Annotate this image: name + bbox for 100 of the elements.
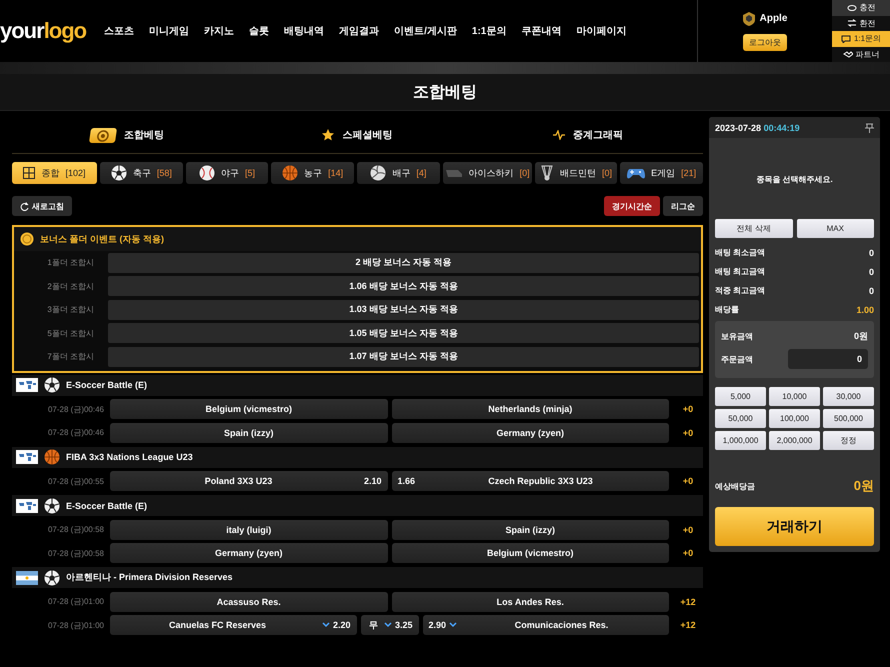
- logo[interactable]: yourlogo: [0, 0, 86, 62]
- empty-slip-message: 종목을 선택해주세요.: [755, 174, 834, 186]
- logout-button[interactable]: 로그아웃: [743, 34, 787, 50]
- bonus-title: 보너스 폴더 이벤트 (자동 적용): [40, 232, 164, 246]
- side-link[interactable]: 1:1문의: [832, 31, 890, 46]
- league-name: FIBA 3x3 Nations League U23: [66, 452, 193, 462]
- amount-button[interactable]: 30,000: [823, 387, 874, 406]
- match-time: 07-28 (금)00:58: [46, 548, 105, 559]
- away-team-odds-button[interactable]: 1.66 Czech Republic 3X3 U23: [392, 471, 669, 492]
- bonus-condition: 1폴더 조합시: [46, 257, 95, 268]
- home-team-odds-button[interactable]: Belgium (vicmestro): [110, 399, 388, 420]
- soccer-ball-icon: [110, 165, 127, 181]
- match-time: 07-28 (금)00:46: [46, 427, 105, 438]
- match-time: 07-28 (금)00:46: [46, 404, 105, 415]
- gamepad-icon: [627, 167, 646, 179]
- league-name: E-Soccer Battle (E): [66, 500, 148, 510]
- away-team-odds-button[interactable]: Spain (izzy): [392, 520, 669, 540]
- side-link[interactable]: 충전: [832, 0, 890, 16]
- away-team-odds-button[interactable]: Los Andes Res.: [392, 592, 669, 612]
- grid-icon: [23, 167, 36, 179]
- nav-link[interactable]: 슬롯: [249, 24, 270, 38]
- away-team-odds-button[interactable]: Belgium (vicmestro): [392, 543, 669, 564]
- balance-label: 보유금액: [721, 331, 753, 342]
- more-markets-link[interactable]: +0: [673, 428, 703, 438]
- nav-link[interactable]: 이벤트/게시판: [394, 24, 457, 38]
- shuttlecock-icon: [540, 165, 554, 181]
- nav-link[interactable]: 미니게임: [149, 24, 190, 38]
- mode-tab[interactable]: 중계그래픽: [472, 127, 703, 143]
- soccer-ball-icon: [44, 570, 60, 586]
- more-markets-link[interactable]: +0: [673, 524, 703, 535]
- stat-label: 배당률: [715, 304, 739, 315]
- amount-button[interactable]: 50,000: [715, 409, 766, 428]
- more-markets-link[interactable]: +0: [673, 404, 703, 414]
- world-map-flag-icon: [16, 498, 38, 512]
- sport-tab[interactable]: E게임 [21]: [620, 162, 703, 184]
- slip-action-button[interactable]: 전체 삭제: [715, 219, 792, 238]
- nav-link[interactable]: 스포츠: [104, 24, 134, 38]
- nav-link[interactable]: 카지노: [204, 24, 234, 38]
- down-chevron-icon: [384, 622, 392, 628]
- mode-tab[interactable]: 조합베팅: [12, 126, 242, 144]
- side-link[interactable]: 환전: [832, 16, 890, 31]
- slip-action-button[interactable]: MAX: [796, 219, 874, 238]
- world-map-flag-icon: [16, 450, 38, 464]
- nav-link[interactable]: 쿠폰내역: [521, 24, 562, 38]
- amount-button[interactable]: 10,000: [769, 387, 820, 406]
- sport-tab[interactable]: 종합 [102]: [12, 162, 97, 184]
- match-time: 07-28 (금)01:00: [46, 620, 105, 631]
- basketball-icon: [44, 449, 60, 465]
- home-team-odds-button[interactable]: Acassuso Res.: [110, 592, 388, 612]
- baseball-icon: [198, 165, 215, 181]
- amount-button[interactable]: 5,000: [715, 387, 766, 406]
- page-title: 조합베팅: [413, 82, 477, 102]
- home-team-odds-button[interactable]: italy (luigi): [110, 520, 388, 540]
- home-team-odds-button[interactable]: Germany (zyen): [110, 543, 388, 564]
- user-name: Apple: [760, 13, 788, 24]
- draw-odds-button[interactable]: 무 3.25: [360, 615, 418, 636]
- sort-button[interactable]: 리그순: [663, 196, 703, 216]
- sport-tab[interactable]: 배드민턴 [0]: [534, 162, 618, 184]
- coin-icon: [846, 4, 856, 12]
- away-team-odds-button[interactable]: 2.90 Comunicaciones Res.: [422, 615, 669, 636]
- sport-tab[interactable]: 배구 [4]: [356, 162, 440, 184]
- sort-button[interactable]: 경기시간순: [604, 196, 660, 216]
- order-amount-input[interactable]: 0: [788, 349, 868, 369]
- slip-time: 00:44:19: [764, 122, 800, 132]
- home-team-odds-button[interactable]: Poland 3X3 U23 2.10: [110, 471, 388, 492]
- sport-tab[interactable]: 아이스하키 [0]: [442, 162, 532, 184]
- amount-button[interactable]: 500,000: [823, 409, 874, 428]
- amount-button[interactable]: 정정: [823, 431, 874, 450]
- away-team-odds-button[interactable]: Netherlands (minja): [392, 399, 669, 420]
- league-name: 아르헨티나 - Primera Division Reserves: [66, 571, 233, 584]
- bonus-condition: 5폴더 조합시: [46, 328, 95, 339]
- home-team-odds-button[interactable]: Canuelas FC Reserves 2.20: [110, 615, 356, 636]
- nav-link[interactable]: 배팅내역: [284, 24, 324, 38]
- sport-tab[interactable]: 야구 [5]: [186, 162, 268, 184]
- away-team-odds-button[interactable]: Germany (zyen): [392, 422, 669, 443]
- star-icon: [322, 129, 334, 141]
- more-markets-link[interactable]: +12: [673, 596, 703, 607]
- side-link[interactable]: 파트너: [832, 46, 890, 62]
- stat-value: 0: [868, 266, 874, 276]
- nav-link[interactable]: 게임결과: [339, 24, 380, 38]
- expected-payout-label: 예상배당금: [715, 480, 755, 492]
- sport-tab[interactable]: 농구 [14]: [271, 162, 354, 184]
- more-markets-link[interactable]: +12: [673, 620, 703, 630]
- nav-link[interactable]: 마이페이지: [576, 24, 626, 38]
- sport-tab[interactable]: 축구 [58]: [100, 162, 183, 184]
- more-markets-link[interactable]: +0: [673, 476, 703, 486]
- submit-bet-button[interactable]: 거래하기: [715, 507, 874, 546]
- basketball-icon: [282, 165, 298, 181]
- amount-button[interactable]: 100,000: [769, 409, 820, 428]
- home-team-odds-button[interactable]: Spain (izzy): [110, 422, 388, 443]
- refresh-button[interactable]: 새로고침: [12, 196, 72, 216]
- stat-label: 적중 최고금액: [715, 285, 766, 296]
- bonus-condition: 3폴더 조합시: [46, 304, 95, 316]
- more-markets-link[interactable]: +0: [673, 548, 703, 558]
- shield-badge-icon: [742, 12, 755, 26]
- amount-button[interactable]: 2,000,000: [769, 431, 820, 450]
- nav-link[interactable]: 1:1문의: [472, 24, 506, 38]
- match-time: 07-28 (금)00:58: [46, 524, 105, 536]
- mode-tab[interactable]: 스페셜베팅: [242, 127, 473, 143]
- amount-button[interactable]: 1,000,000: [715, 431, 766, 450]
